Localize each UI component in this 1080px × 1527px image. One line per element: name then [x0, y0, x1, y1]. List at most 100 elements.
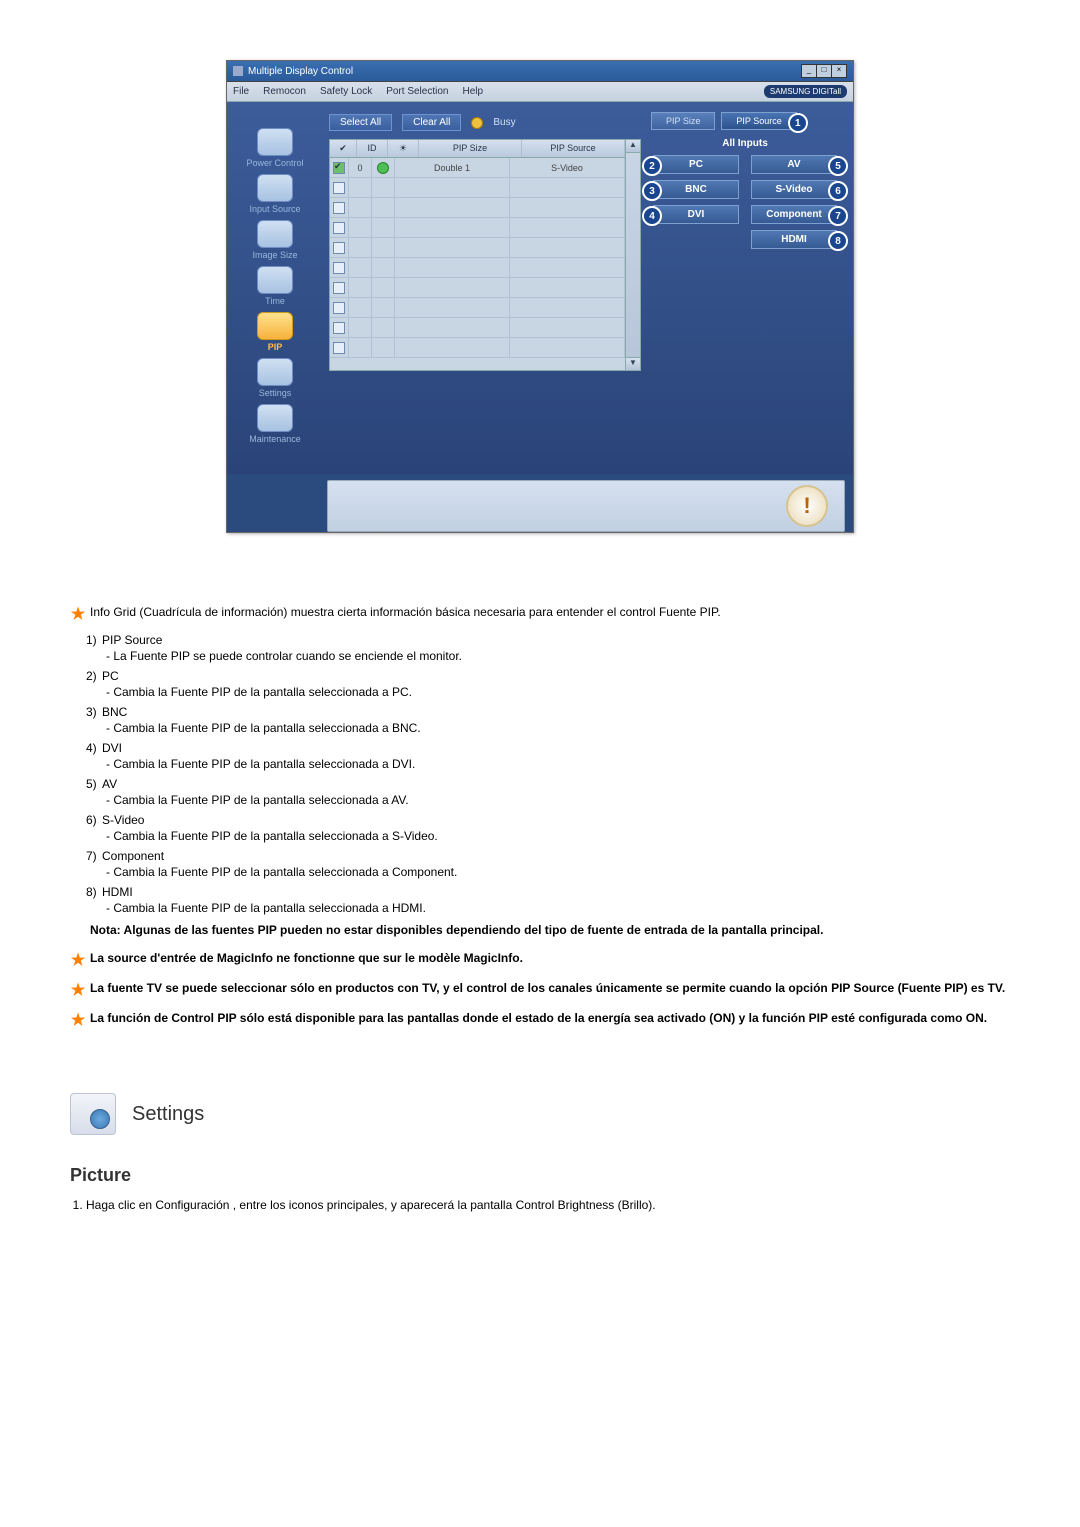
scroll-down-icon[interactable]: ▼ — [626, 357, 640, 370]
col-pip-size: PIP Size — [419, 140, 522, 157]
row-checkbox[interactable] — [333, 162, 345, 174]
busy-label: Busy — [493, 117, 515, 128]
picture-heading: Picture — [70, 1165, 1010, 1186]
tab-pip-size[interactable]: PIP Size — [651, 112, 715, 130]
row-checkbox[interactable] — [333, 302, 345, 314]
table-row[interactable] — [330, 198, 625, 218]
close-button[interactable]: × — [831, 64, 847, 78]
component-button[interactable]: Component7 — [751, 205, 837, 224]
av-button[interactable]: AV5 — [751, 155, 837, 174]
sidebar-item-power-control[interactable]: Power Control — [233, 128, 317, 168]
row-checkbox[interactable] — [333, 282, 345, 294]
grid-toolbar: Select All Clear All Busy — [329, 110, 641, 133]
hdmi-button[interactable]: HDMI8 — [751, 230, 837, 249]
scroll-up-icon[interactable]: ▲ — [626, 140, 640, 153]
row-pip-source: S-Video — [510, 158, 625, 177]
col-id: ID — [357, 140, 388, 157]
document-body: ★ Info Grid (Cuadrícula de información) … — [70, 603, 1010, 1212]
callout-4: 4 — [642, 206, 662, 226]
callout-3: 3 — [642, 181, 662, 201]
alert-icon: ! — [786, 485, 828, 527]
list-item: 3)BNC- Cambia la Fuente PIP de la pantal… — [86, 705, 1010, 735]
numbered-list: 1)PIP Source- La Fuente PIP se puede con… — [86, 633, 1010, 915]
tab-pip-source[interactable]: PIP Source 1 — [721, 112, 796, 130]
note-text: Nota: Algunas de las fuentes PIP pueden … — [90, 921, 1010, 939]
table-row[interactable] — [330, 178, 625, 198]
sidebar: Power Control Input Source Image Size Ti… — [227, 110, 323, 444]
table-row[interactable]: 0 Double 1 S-Video — [330, 158, 625, 178]
list-item: 7)Component- Cambia la Fuente PIP de la … — [86, 849, 1010, 879]
maximize-button[interactable]: □ — [816, 64, 832, 78]
callout-7: 7 — [828, 206, 848, 226]
row-checkbox[interactable] — [333, 182, 345, 194]
picture-steps: Haga clic en Configuración , entre los i… — [86, 1198, 1010, 1212]
table-row[interactable] — [330, 258, 625, 278]
table-row[interactable] — [330, 278, 625, 298]
bullet-star-icon: ★ — [70, 979, 86, 1003]
list-item: 8)HDMI- Cambia la Fuente PIP de la panta… — [86, 885, 1010, 915]
sidebar-item-input-source[interactable]: Input Source — [233, 174, 317, 214]
sidebar-item-pip[interactable]: PIP — [233, 312, 317, 352]
status-icon — [377, 162, 389, 174]
clear-all-button[interactable]: Clear All — [402, 114, 461, 131]
pc-button[interactable]: PC2 — [653, 155, 739, 174]
titlebar: Multiple Display Control _ □ × — [227, 61, 853, 82]
row-checkbox[interactable] — [333, 222, 345, 234]
menubar: File Remocon Safety Lock Port Selection … — [227, 82, 853, 102]
list-item: Haga clic en Configuración , entre los i… — [86, 1198, 1010, 1212]
info-grid: ✔ ID ☀ PIP Size PIP Source 0 Double 1 S-… — [329, 139, 626, 371]
select-all-button[interactable]: Select All — [329, 114, 392, 131]
list-item: 1)PIP Source- La Fuente PIP se puede con… — [86, 633, 1010, 663]
settings-heading: Settings — [70, 1093, 1010, 1135]
list-item: 2)PC- Cambia la Fuente PIP de la pantall… — [86, 669, 1010, 699]
menu-remocon[interactable]: Remocon — [263, 86, 306, 97]
lead-text: Info Grid (Cuadrícula de información) mu… — [90, 603, 721, 627]
callout-5: 5 — [828, 156, 848, 176]
table-row[interactable] — [330, 338, 625, 358]
grid-header: ✔ ID ☀ PIP Size PIP Source — [330, 140, 625, 158]
menu-port-selection[interactable]: Port Selection — [386, 86, 448, 97]
row-checkbox[interactable] — [333, 342, 345, 354]
sidebar-item-maintenance[interactable]: Maintenance — [233, 404, 317, 444]
dvi-button[interactable]: DVI4 — [653, 205, 739, 224]
window-title: Multiple Display Control — [248, 66, 353, 77]
row-id: 0 — [349, 158, 372, 177]
row-checkbox[interactable] — [333, 202, 345, 214]
callout-6: 6 — [828, 181, 848, 201]
menu-safety-lock[interactable]: Safety Lock — [320, 86, 372, 97]
list-item: 6)S-Video- Cambia la Fuente PIP de la pa… — [86, 813, 1010, 843]
row-pip-size: Double 1 — [395, 158, 510, 177]
settings-section-icon — [70, 1093, 116, 1135]
bullet-star-icon: ★ — [70, 949, 86, 973]
svideo-button[interactable]: S-Video6 — [751, 180, 837, 199]
bullet-star-icon: ★ — [70, 1009, 86, 1033]
row-checkbox[interactable] — [333, 242, 345, 254]
star-notes: ★La source d'entrée de MagicInfo ne fonc… — [70, 949, 1010, 1033]
bullet-star-icon: ★ — [70, 603, 86, 627]
table-row[interactable] — [330, 318, 625, 338]
sidebar-item-image-size[interactable]: Image Size — [233, 220, 317, 260]
pip-source-panel: PIP Size PIP Source 1 All Inputs PC2 AV5… — [647, 110, 843, 444]
minimize-button[interactable]: _ — [801, 64, 817, 78]
callout-8: 8 — [828, 231, 848, 251]
brand-badge: SAMSUNG DIGITall — [764, 85, 847, 98]
table-row[interactable] — [330, 298, 625, 318]
col-check: ✔ — [330, 140, 357, 157]
row-checkbox[interactable] — [333, 262, 345, 274]
menu-help[interactable]: Help — [462, 86, 483, 97]
table-row[interactable] — [330, 238, 625, 258]
grid-scrollbar[interactable]: ▲ ▼ — [626, 139, 641, 371]
footer-panel: ! — [327, 480, 845, 532]
list-item: 4)DVI- Cambia la Fuente PIP de la pantal… — [86, 741, 1010, 771]
table-row[interactable] — [330, 218, 625, 238]
row-checkbox[interactable] — [333, 322, 345, 334]
menu-file[interactable]: File — [233, 86, 249, 97]
sidebar-item-settings[interactable]: Settings — [233, 358, 317, 398]
busy-icon — [471, 117, 483, 129]
col-status: ☀ — [388, 140, 419, 157]
callout-1: 1 — [788, 113, 808, 133]
bnc-button[interactable]: BNC3 — [653, 180, 739, 199]
window-controls: _ □ × — [802, 64, 847, 78]
sidebar-item-time[interactable]: Time — [233, 266, 317, 306]
col-pip-source: PIP Source — [522, 140, 625, 157]
